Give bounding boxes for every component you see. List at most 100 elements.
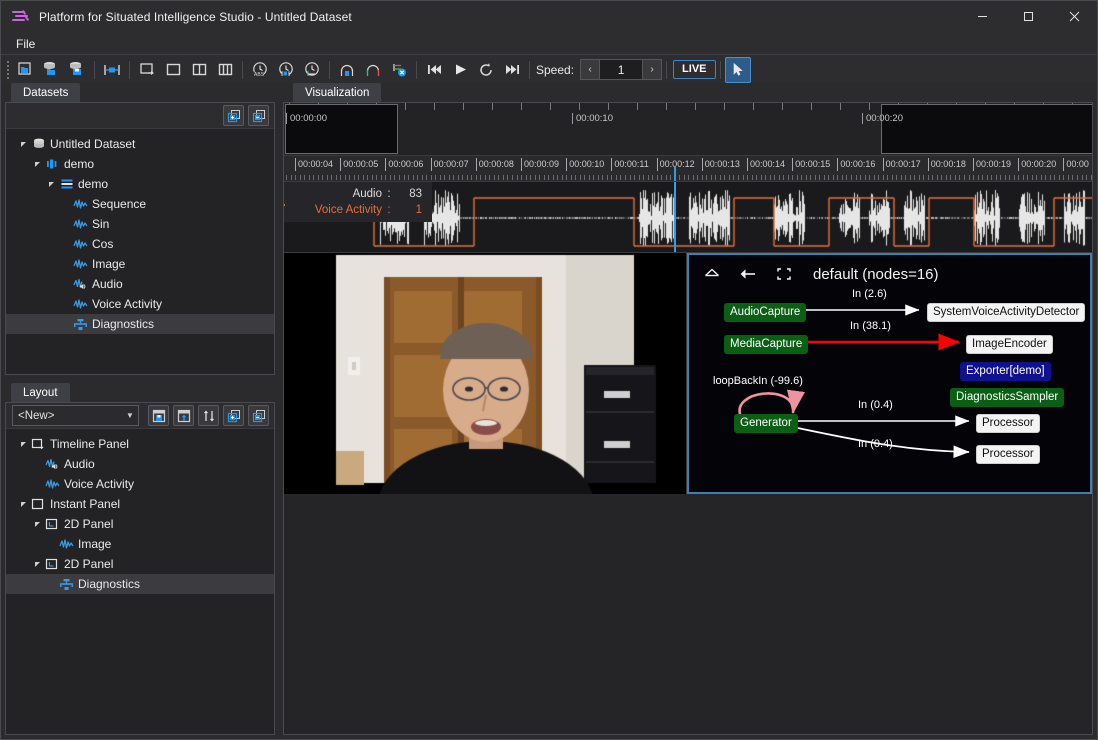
tab-layout[interactable]: Layout <box>11 383 70 402</box>
tab-visualization[interactable]: Visualization <box>293 83 382 102</box>
speed-value[interactable]: 1 <box>600 59 643 80</box>
tree-item-sin[interactable]: Sin <box>6 214 274 234</box>
timeline-ruler[interactable]: 00:00:04 00:00:05 00:00:06 00:00:07 00:00:08… <box>284 156 1092 182</box>
open-dataset-button[interactable] <box>12 57 38 83</box>
save-store-button[interactable] <box>64 57 90 83</box>
diagnostics-2d-panel[interactable]: default (nodes=16) AudioCapture SystemVo… <box>687 253 1092 494</box>
insert-instant-panel-button[interactable] <box>160 57 186 83</box>
fit-to-selection-button[interactable] <box>99 57 125 83</box>
diagnostics-node[interactable]: MediaCapture <box>724 335 809 354</box>
datasets-expand-all-button[interactable] <box>223 105 244 126</box>
expander-icon[interactable] <box>18 140 30 148</box>
save-layout-as-button[interactable] <box>173 405 194 426</box>
speed-stepper[interactable]: ‹ 1 › <box>580 59 663 80</box>
ruler-minor-tick <box>1041 175 1042 180</box>
layout-item-2d-panel-2[interactable]: 2D Panel <box>6 554 274 574</box>
tree-item-session-demo[interactable]: demo <box>6 154 274 174</box>
close-button[interactable] <box>1051 1 1097 32</box>
stream-icon <box>44 478 61 490</box>
ruler-label: 00:00:04 <box>298 159 334 169</box>
tree-item-sequence[interactable]: Sequence <box>6 194 274 214</box>
selection-end-button[interactable] <box>360 57 386 83</box>
layout-select[interactable]: <New> ▼ <box>12 405 139 426</box>
datasets-collapse-all-button[interactable] <box>248 105 269 126</box>
diagnostics-node[interactable]: Generator <box>734 414 798 433</box>
layout-tree[interactable]: Timeline Panel Audio Voice Activity Inst… <box>6 429 274 734</box>
loop-button[interactable] <box>473 57 499 83</box>
tree-item-audio[interactable]: Audio <box>6 274 274 294</box>
minimize-button[interactable] <box>959 1 1005 32</box>
ruler-minor-tick <box>833 175 834 180</box>
tree-item-image[interactable]: Image <box>6 254 274 274</box>
insert-timeline-panel-button[interactable] <box>134 57 160 83</box>
layout-item-timeline-panel[interactable]: Timeline Panel <box>6 434 274 454</box>
timeline-playhead[interactable] <box>674 182 676 252</box>
ruler-minor-tick <box>426 175 427 180</box>
expander-icon[interactable] <box>32 560 44 568</box>
layout-item-diagnostics[interactable]: Diagnostics <box>6 574 274 594</box>
tree-item-diagnostics[interactable]: Diagnostics <box>6 314 274 334</box>
live-button[interactable]: LIVE <box>673 60 716 79</box>
insert-2col-panel-button[interactable] <box>186 57 212 83</box>
layout-collapse-all-button[interactable] <box>248 405 269 426</box>
tree-item-partition-demo[interactable]: demo <box>6 174 274 194</box>
audio-stream-icon <box>72 278 89 291</box>
ruler-label: 00:00:07 <box>433 159 469 169</box>
expander-icon[interactable] <box>18 440 30 448</box>
image-2d-panel[interactable] <box>284 253 687 494</box>
toolbar-grip[interactable] <box>3 60 12 80</box>
expander-icon[interactable] <box>32 160 44 168</box>
cursor-time-button[interactable] <box>299 57 325 83</box>
cursor-mode-button[interactable] <box>724 56 751 83</box>
layout-item-instant-panel[interactable]: Instant Panel <box>6 494 274 514</box>
sort-layout-button[interactable] <box>198 405 219 426</box>
timeline-panel-audio-voice[interactable]: Audio : 83 Voice Activity : 1 <box>284 182 1092 253</box>
back-arrow-icon[interactable] <box>737 263 759 285</box>
tree-item-voice-activity[interactable]: Voice Activity <box>6 294 274 314</box>
diagnostics-node[interactable]: Processor <box>976 445 1040 464</box>
timeline-navigator[interactable]: 00:00:00 00:00:10 00:00:20 <box>284 103 1092 156</box>
layout-item-voice-activity[interactable]: Voice Activity <box>6 474 274 494</box>
layout-expand-all-button[interactable] <box>223 405 244 426</box>
diagnostics-node[interactable]: Exporter[demo] <box>960 362 1051 381</box>
tab-datasets[interactable]: Datasets <box>11 83 81 102</box>
maximize-button[interactable] <box>1005 1 1051 32</box>
layout-item-audio[interactable]: Audio <box>6 454 274 474</box>
diagnostics-node[interactable]: Processor <box>976 414 1040 433</box>
speed-increase-button[interactable]: › <box>642 59 663 80</box>
tree-item-untitled-dataset[interactable]: Untitled Dataset <box>6 134 274 154</box>
absolute-time-button[interactable]: ABS <box>247 57 273 83</box>
clear-selection-button[interactable] <box>386 57 412 83</box>
navigator-tick <box>869 103 870 110</box>
expander-icon[interactable] <box>46 180 58 188</box>
playhead-cursor[interactable] <box>674 167 676 181</box>
datasets-tree[interactable]: Untitled Dataset demo demo Sequence Sin … <box>6 129 274 374</box>
expand-brackets-icon[interactable] <box>773 263 795 285</box>
play-button[interactable] <box>447 57 473 83</box>
move-to-start-button[interactable] <box>421 57 447 83</box>
layout-item-image[interactable]: Image <box>6 534 274 554</box>
open-store-button[interactable] <box>38 57 64 83</box>
diagnostics-node[interactable]: AudioCapture <box>724 303 807 322</box>
speed-decrease-button[interactable]: ‹ <box>580 59 601 80</box>
chevron-down-icon[interactable]: ▼ <box>122 411 138 420</box>
navigator-tick <box>666 103 667 110</box>
expander-icon[interactable] <box>32 520 44 528</box>
insert-3col-panel-button[interactable] <box>212 57 238 83</box>
save-layout-button[interactable] <box>148 405 169 426</box>
ruler-minor-tick <box>928 175 929 180</box>
layout-item-2d-panel-1[interactable]: 2D Panel <box>6 514 274 534</box>
selection-time-button[interactable] <box>273 57 299 83</box>
expander-icon[interactable] <box>18 500 30 508</box>
menu-item-file[interactable]: File <box>10 35 41 53</box>
ruler-minor-tick <box>887 175 888 180</box>
move-to-end-button[interactable] <box>499 57 525 83</box>
diagnostics-node[interactable]: DiagnosticsSampler <box>950 388 1065 407</box>
tree-item-cos[interactable]: Cos <box>6 234 274 254</box>
ruler-label: 00:00:18 <box>930 159 966 169</box>
selection-start-button[interactable] <box>334 57 360 83</box>
diagnostics-node[interactable]: ImageEncoder <box>966 335 1053 354</box>
home-icon[interactable] <box>701 263 723 285</box>
ruler-minor-tick <box>480 175 481 180</box>
diagnostics-node[interactable]: SystemVoiceActivityDetector <box>927 303 1086 322</box>
